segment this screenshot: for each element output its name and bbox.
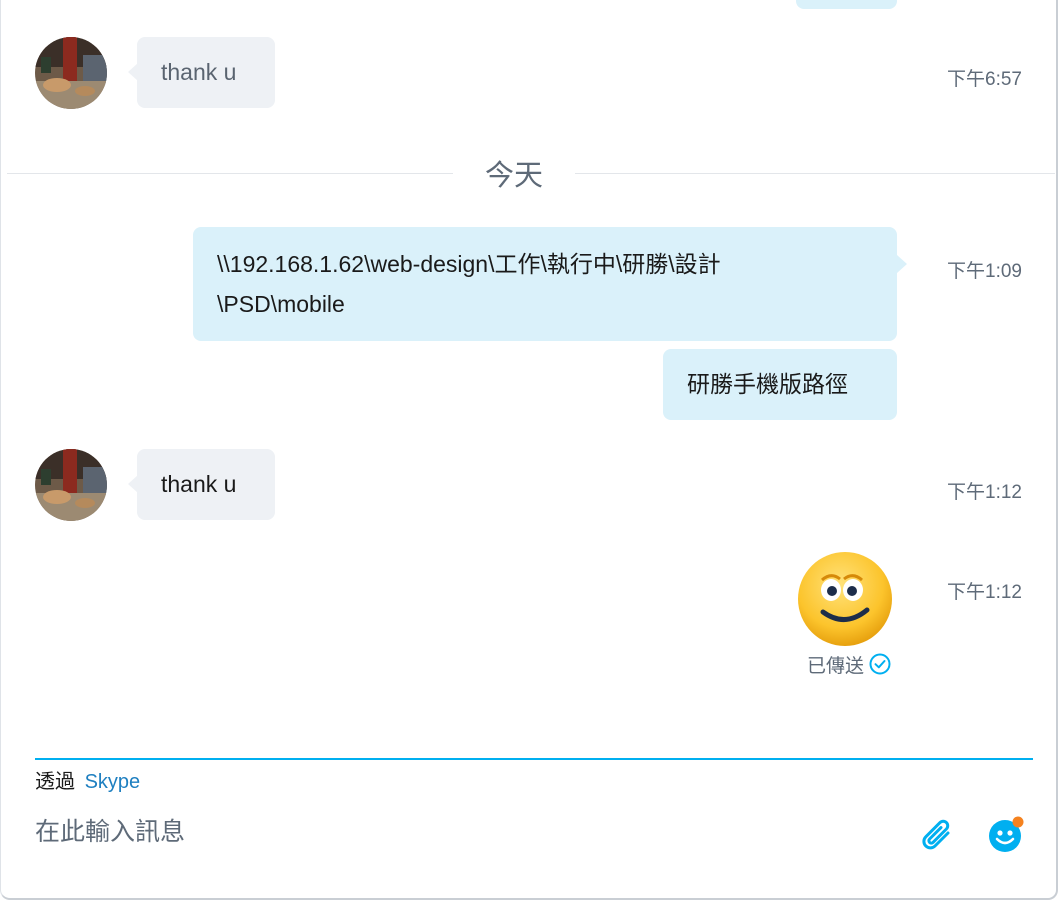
message-timestamp: 下午1:12	[947, 582, 1022, 603]
composer-divider	[35, 758, 1033, 760]
message-input[interactable]: 在此輸入訊息	[35, 812, 895, 852]
outgoing-message-bubble[interactable]: 研勝手機版路徑	[663, 349, 897, 420]
message-timestamp: 下午1:09	[947, 261, 1022, 282]
bubble-tail	[897, 255, 907, 273]
avatar[interactable]	[35, 449, 107, 521]
smile-emoticon[interactable]	[796, 550, 894, 648]
via-service-label: 透過 Skype	[35, 765, 140, 794]
paperclip-icon[interactable]	[919, 815, 957, 855]
message-input-placeholder: 在此輸入訊息	[35, 818, 186, 846]
previous-message-bubble	[796, 0, 897, 9]
message-text: 研勝手機版路徑	[687, 371, 848, 397]
outgoing-message-bubble[interactable]: \\192.168.1.62\web-design\工作\執行中\研勝\設計 \…	[193, 227, 897, 341]
message-text-line-1: \\192.168.1.62\web-design\工作\執行中\研勝\設計	[217, 251, 721, 277]
via-service-link[interactable]: Skype	[85, 771, 141, 793]
check-circle-icon	[869, 653, 891, 675]
message-timestamp: 下午6:57	[947, 69, 1022, 90]
day-divider-label: 今天	[484, 160, 543, 192]
notification-dot	[1012, 816, 1024, 828]
day-divider-line-right	[575, 173, 1055, 174]
message-text-line-2: \PSD\mobile	[217, 291, 345, 317]
incoming-message-bubble[interactable]: thank u	[137, 449, 275, 520]
day-divider-line-left	[7, 173, 453, 174]
message-text: thank u	[161, 471, 237, 497]
incoming-message-bubble[interactable]: thank u	[137, 37, 275, 108]
delivery-status: 已傳送	[807, 652, 891, 677]
message-timestamp: 下午1:12	[947, 482, 1022, 503]
via-prefix: 透過	[35, 771, 75, 793]
message-text: thank u	[161, 59, 237, 85]
chat-window: thank u 下午6:57 今天 \\192.168.1.62\web-des…	[0, 0, 1058, 900]
emoji-icon[interactable]	[987, 815, 1027, 855]
delivery-status-text: 已傳送	[807, 655, 865, 677]
avatar[interactable]	[35, 37, 107, 109]
